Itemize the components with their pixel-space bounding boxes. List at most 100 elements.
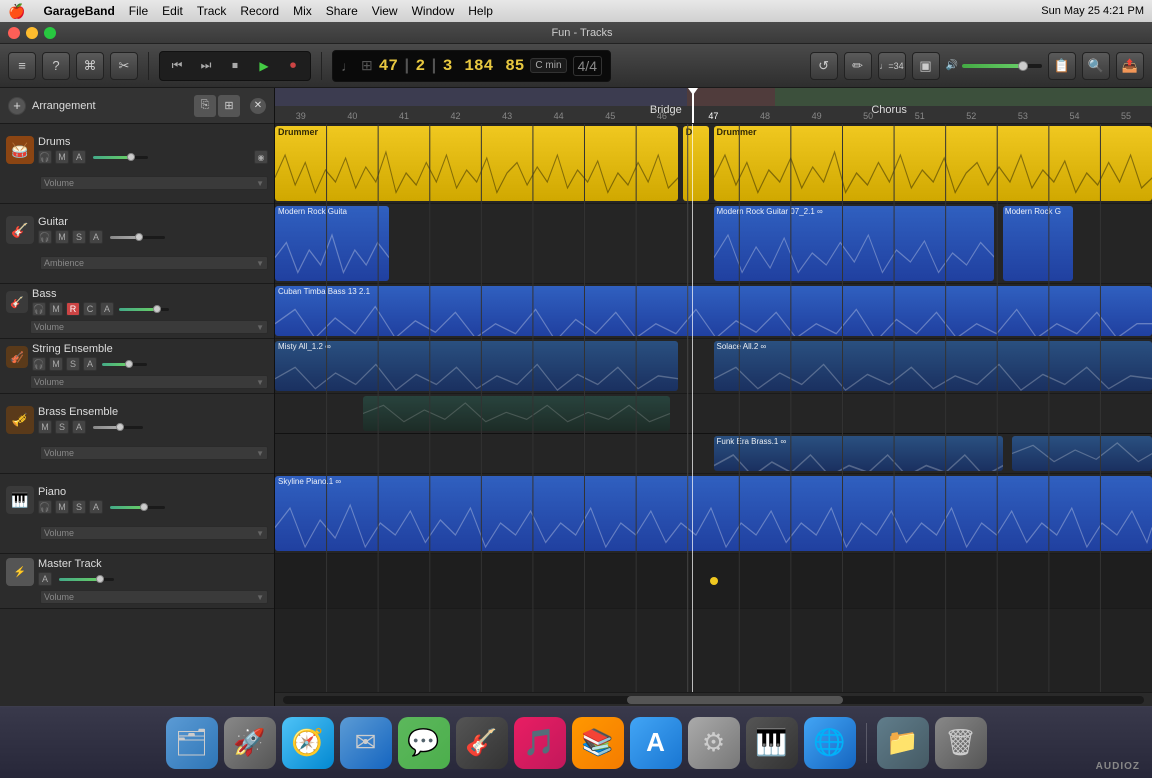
score-button[interactable]: 📋 <box>1048 52 1076 80</box>
guitar-vol-dropdown[interactable]: Ambience ▼ <box>40 256 268 270</box>
fast-forward-button[interactable]: ⏭ <box>193 54 219 78</box>
app-name[interactable]: GarageBand <box>43 4 114 18</box>
string-lane[interactable]: Misty All_1.2 ∞ Solace All.2 ∞ <box>275 339 1152 394</box>
string-volume-slider[interactable] <box>102 363 147 366</box>
master-vol-dropdown[interactable]: Volume ▼ <box>40 590 268 604</box>
share-button[interactable]: 📤 <box>1116 52 1144 80</box>
search-button[interactable]: 🔍 <box>1082 52 1110 80</box>
help-button[interactable]: ? <box>42 52 70 80</box>
dock-icon-garageband[interactable]: 🎸 <box>456 717 508 769</box>
close-button[interactable] <box>8 27 20 39</box>
dock-icon-appstore[interactable]: A <box>630 717 682 769</box>
dock-icon-trash[interactable]: 🗑 <box>935 717 987 769</box>
drums-volume-slider[interactable] <box>93 156 148 159</box>
bass-lane[interactable]: Cuban Timba Bass 13 2.1 <box>275 284 1152 339</box>
drums-auto-btn[interactable]: A <box>72 150 86 164</box>
stop-button[interactable]: ⏹ <box>222 54 248 78</box>
key-display[interactable]: C min <box>530 58 566 73</box>
guitar-auto-btn[interactable]: A <box>89 230 103 244</box>
metronome-icon[interactable]: ♩ <box>341 58 355 74</box>
string-vol-dropdown[interactable]: Volume ▼ <box>30 375 268 389</box>
piano-auto-btn[interactable]: A <box>89 500 103 514</box>
volume-knob[interactable] <box>1018 61 1028 71</box>
string-mute-btn[interactable]: M <box>49 357 63 371</box>
editor-button[interactable]: ✂ <box>110 52 138 80</box>
menu-edit[interactable]: Edit <box>162 4 183 18</box>
brass-upper-lane[interactable] <box>275 394 1152 434</box>
tempo-button[interactable]: ♩=34 <box>878 52 906 80</box>
dock-icon-finder[interactable]: 🗂 <box>166 717 218 769</box>
drums-pan-btn[interactable]: ◉ <box>254 150 268 164</box>
string-clip-2[interactable]: Solace All.2 ∞ <box>714 341 1152 391</box>
drums-vol-dropdown[interactable]: Volume ▼ <box>40 176 268 190</box>
guitar-lane[interactable]: Modern Rock Guita Modern Rock Guitar 07_… <box>275 204 1152 284</box>
track-content[interactable]: Drummer D Drummer <box>275 124 1152 692</box>
apple-menu[interactable]: 🍎 <box>8 3 25 20</box>
mode-btn-2[interactable]: ⊞ <box>218 95 240 117</box>
dock-icon-safari[interactable]: 🧭 <box>282 717 334 769</box>
smart-controls-button[interactable]: ⌘ <box>76 52 104 80</box>
ruler[interactable]: Bridge Chorus 39 40 41 42 43 44 45 46 47… <box>275 88 1152 124</box>
menu-view[interactable]: View <box>372 4 398 18</box>
dock-icon-mail[interactable]: ✉ <box>340 717 392 769</box>
export-button[interactable]: ▣ <box>912 52 940 80</box>
dock-icon-itunes[interactable]: 🎵 <box>514 717 566 769</box>
piano-solo-btn[interactable]: S <box>72 500 86 514</box>
guitar-clip-3[interactable]: Modern Rock G <box>1003 206 1073 281</box>
scrollbar-thumb[interactable] <box>627 696 842 704</box>
play-button[interactable]: ▶ <box>251 54 277 78</box>
piano-volume-slider[interactable] <box>110 506 165 509</box>
brass-upper-clip-1[interactable] <box>363 396 670 431</box>
drums-headphone-btn[interactable]: 🎧 <box>38 150 52 164</box>
bass-headphone-btn[interactable]: 🎧 <box>32 302 46 316</box>
piano-mute-btn[interactable]: M <box>55 500 69 514</box>
string-clip-1[interactable]: Misty All_1.2 ∞ <box>275 341 678 391</box>
guitar-clip-1[interactable]: Modern Rock Guita <box>275 206 389 281</box>
brass-lower-clip-1[interactable]: Funk Era Brass.1 ∞ <box>714 436 1003 471</box>
drums-clip-1[interactable]: Drummer <box>275 126 678 201</box>
bass-auto-btn[interactable]: A <box>100 302 114 316</box>
brass-solo-btn[interactable]: S <box>55 420 69 434</box>
menu-mix[interactable]: Mix <box>293 4 312 18</box>
bass-record-btn[interactable]: R <box>66 302 80 316</box>
bass-mute-btn[interactable]: M <box>49 302 63 316</box>
bass-cycle-btn[interactable]: C <box>83 302 97 316</box>
menu-help[interactable]: Help <box>468 4 493 18</box>
string-auto-btn[interactable]: A <box>83 357 97 371</box>
brass-vol-dropdown[interactable]: Volume ▼ <box>40 446 268 460</box>
menu-track[interactable]: Track <box>197 4 227 18</box>
brass-auto-btn[interactable]: A <box>72 420 86 434</box>
guitar-clip-2[interactable]: Modern Rock Guitar 07_2.1 ∞ <box>714 206 995 281</box>
menu-window[interactable]: Window <box>412 4 455 18</box>
master-auto-btn[interactable]: A <box>38 572 52 586</box>
dock-icon-piano[interactable]: 🎹 <box>746 717 798 769</box>
guitar-mute-btn[interactable]: M <box>55 230 69 244</box>
string-solo-btn[interactable]: S <box>66 357 80 371</box>
brass-volume-slider[interactable] <box>93 426 143 429</box>
dock-icon-ibooks[interactable]: 📚 <box>572 717 624 769</box>
record-button[interactable]: ⏺ <box>280 54 306 78</box>
dock-icon-internet-connect[interactable]: 🌐 <box>804 717 856 769</box>
bass-vol-dropdown[interactable]: Volume ▼ <box>30 320 268 334</box>
piano-headphone-btn[interactable]: 🎧 <box>38 500 52 514</box>
menu-file[interactable]: File <box>129 4 148 18</box>
piano-clip-1[interactable]: Skyline Piano.1 ∞ <box>275 476 1152 551</box>
drums-clip-2[interactable]: D <box>683 126 709 201</box>
string-headphone-btn[interactable]: 🎧 <box>32 357 46 371</box>
count-in-icon[interactable]: ⊞ <box>361 57 373 74</box>
time-signature-display[interactable]: 4/4 <box>573 56 602 76</box>
brass-lower-lane[interactable]: Funk Era Brass.1 ∞ <box>275 434 1152 474</box>
library-button[interactable]: ≡ <box>8 52 36 80</box>
guitar-headphone-btn[interactable]: 🎧 <box>38 230 52 244</box>
drums-lane[interactable]: Drummer D Drummer <box>275 124 1152 204</box>
bass-volume-slider[interactable] <box>119 308 169 311</box>
brass-lower-clip-2[interactable] <box>1012 436 1152 471</box>
bass-clip-1[interactable]: Cuban Timba Bass 13 2.1 <box>275 286 1152 336</box>
mode-btn-1[interactable]: ⎘ <box>194 95 216 117</box>
add-track-button[interactable]: + <box>8 97 26 115</box>
piano-lane[interactable]: Skyline Piano.1 ∞ <box>275 474 1152 554</box>
cycle-button[interactable]: ↺ <box>810 52 838 80</box>
pencil-button[interactable]: ✏ <box>844 52 872 80</box>
guitar-volume-slider[interactable] <box>110 236 165 239</box>
dock-icon-messages[interactable]: 💬 <box>398 717 450 769</box>
